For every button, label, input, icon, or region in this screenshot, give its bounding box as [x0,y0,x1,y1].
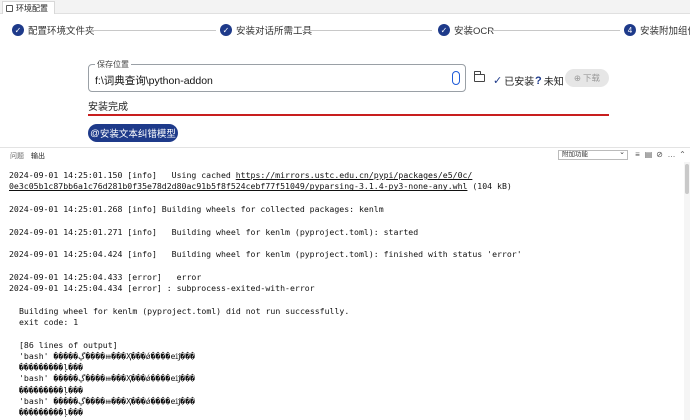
unknown-label: 未知 [543,77,564,88]
save-location-label: 保存位置 [95,59,131,70]
log-line: 'bash' �����ڲ����ⲿ���Ҳ���ǿ����еĳ��� [19,373,196,384]
lock-icon[interactable]: ▤ [644,150,653,159]
step-connector [490,30,620,31]
addon-form: 保存位置 f:\词典查询\python-addon ✓ 已安装 ? 未知 ⊕ 下… [0,48,690,148]
log-line: ���������ļ��� [19,384,84,395]
log-line: ���������ļ��� [19,362,84,373]
more-icon[interactable]: … [667,150,676,159]
question-icon: ? [535,74,542,87]
log-line: 2024-09-01 14:25:04.433 [error] error [9,271,202,282]
log-line: ���������ļ��� [19,407,84,418]
step-2[interactable]: ✓ 安装对话所需工具 [220,23,312,37]
log-line: 2024-09-01 14:25:01.271 [info] Building … [9,226,419,237]
log-line: 2024-09-01 14:25:04.424 [info] Building … [9,249,522,260]
package-url-link[interactable]: 0e3c05b1c87bb6a1c76d281b0f35e78d2d80ac91… [9,181,467,191]
save-location-input[interactable]: f:\词典查询\python-addon [95,73,213,88]
folder-icon[interactable] [474,71,485,82]
step-label: 安装OCR [454,26,495,37]
download-label: 下载 [583,73,601,83]
save-location-field[interactable]: 保存位置 f:\词典查询\python-addon [88,59,466,92]
check-icon: ✓ [493,75,503,87]
window-tab-title: 环境配置 [16,3,48,13]
download-icon: ⊕ [573,72,582,83]
tab-output[interactable]: 输出 [31,151,45,164]
error-underline [88,114,609,116]
step-label: 安装对话所需工具 [236,26,313,37]
download-button[interactable]: ⊕ 下载 [565,69,609,87]
step-label: 安装附加组件 [640,26,690,37]
step-done-icon: ✓ [220,24,232,36]
list-icon[interactable]: ≡ [633,150,642,159]
step-current-icon: 4 [624,24,636,36]
unknown-indicator: ? 未知 [535,73,564,89]
log-line: [86 lines of output] [19,339,118,350]
log-line: 'bash' �����ڲ����ⲿ���Ҳ���ǿ����еĳ��� [19,396,196,406]
install-icon: @ [90,127,100,139]
panel-header: 问题 输出 附加功能 ≡ ▤ ⊘ … ⌃ [0,148,690,164]
package-url-link[interactable]: https://mirrors.ustc.edu.cn/pypi/package… [236,170,473,180]
log-line: 'bash' �����ڲ����ⲿ���Ҳ���ǿ����еĳ��� [19,350,196,361]
window-icon [6,4,13,12]
step-3[interactable]: ✓ 安装OCR [438,23,494,37]
log-line: Building wheel for kenlm (pyproject.toml… [19,305,350,316]
installed-label: 已安装 [504,77,535,88]
window-tab[interactable]: 环境配置 [2,1,55,14]
step-done-icon: ✓ [438,24,450,36]
output-channel-select[interactable]: 附加功能 [558,149,628,160]
output-scrollbar[interactable] [684,162,690,420]
log-line: 2024-09-01 14:25:04.434 [error] : subpro… [9,283,315,293]
installed-indicator: ✓ 已安装 [493,73,534,88]
stepper: ✓ 配置环境文件夹 ✓ 安装对话所需工具 ✓ 安装OCR 4 安装附加组件 [0,20,690,42]
step-4[interactable]: 4 安装附加组件 [624,23,690,37]
install-spellcheck-model-button[interactable]: @ 安装文本纠错模型 [88,124,178,142]
title-bar: 环境配置 [0,0,690,14]
step-1[interactable]: ✓ 配置环境文件夹 [12,23,95,37]
step-connector [302,30,432,31]
log-line: 2024-09-01 14:25:01.268 [info] Building … [9,203,384,214]
log-line: 2024-09-01 14:25:01.150 [info] Using cac… [9,170,473,180]
step-label: 配置环境文件夹 [28,26,95,37]
log-line: 0e3c05b1c87bb6a1c76d281b0f35e78d2d80ac91… [9,181,512,192]
attach-icon[interactable] [452,71,460,85]
step-connector [88,30,216,31]
clear-icon[interactable]: ⊘ [655,150,664,159]
log-line: exit code: 1 [19,316,79,327]
tab-problems[interactable]: 问题 [10,151,24,161]
maximize-icon[interactable]: ⌃ [678,150,687,159]
step-done-icon: ✓ [12,24,24,36]
scrollbar-thumb[interactable] [685,164,689,194]
install-button-label: 安装文本纠错模型 [99,129,176,140]
output-log[interactable]: 2024-09-01 14:25:01.150 [info] Using cac… [0,162,684,420]
install-status: 安装完成 [88,102,128,113]
